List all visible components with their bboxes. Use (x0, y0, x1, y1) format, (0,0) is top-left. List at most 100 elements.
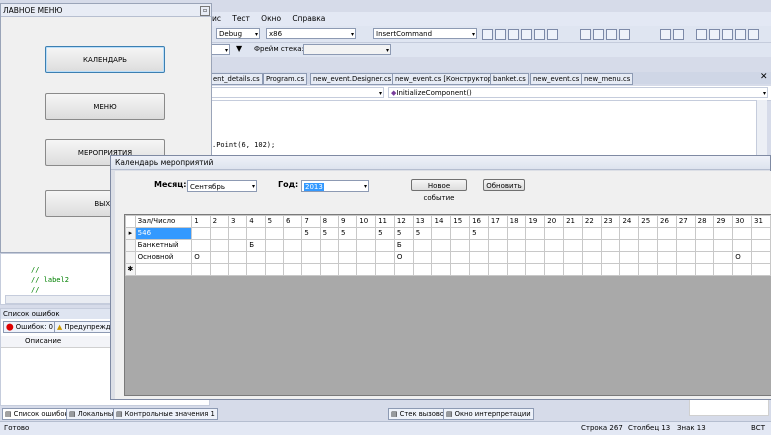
tool-icon[interactable] (735, 29, 746, 40)
day-cell[interactable] (264, 251, 284, 264)
day-cell[interactable] (469, 251, 489, 264)
thread-combo[interactable]: ▾ (210, 44, 230, 55)
tab-call-stack[interactable]: ▤ Стек вызовов (388, 408, 452, 420)
day-cell[interactable]: 5 (469, 227, 489, 240)
day-cell[interactable] (619, 251, 640, 264)
day-cell[interactable] (544, 227, 565, 240)
day-cell[interactable] (450, 263, 471, 276)
menu-item-test[interactable]: Тест (232, 12, 250, 26)
day-cell[interactable] (563, 227, 583, 240)
tool-icon[interactable] (673, 29, 684, 40)
day-cell[interactable] (675, 251, 696, 264)
find-combo[interactable]: InsertCommand ▾ (373, 28, 477, 39)
day-header[interactable]: 16 (469, 215, 489, 228)
day-header[interactable]: 28 (694, 215, 715, 228)
day-cell[interactable] (246, 251, 266, 264)
day-header[interactable]: 26 (657, 215, 677, 228)
day-cell[interactable] (375, 239, 395, 252)
tab-new-event-constructor[interactable]: new_event.cs [Конструктор] (392, 73, 498, 85)
day-cell[interactable] (301, 251, 321, 264)
table-row[interactable]: Банкетный Б Б (125, 239, 771, 252)
day-cell[interactable]: 5 (319, 227, 339, 240)
tool-icon[interactable] (606, 29, 617, 40)
day-cell[interactable] (209, 263, 229, 276)
day-cell[interactable] (657, 239, 677, 252)
menu-item-help[interactable]: Справка (292, 12, 325, 26)
day-cell[interactable] (563, 263, 583, 276)
day-cell[interactable] (600, 239, 621, 252)
code-editor[interactable]: .Point(6, 102); (210, 101, 766, 158)
day-cell[interactable] (319, 239, 339, 252)
day-cell[interactable] (675, 227, 696, 240)
day-cell[interactable] (469, 263, 489, 276)
day-cell[interactable] (191, 239, 211, 252)
day-header[interactable]: 8 (319, 215, 339, 228)
day-cell[interactable] (469, 239, 489, 252)
day-cell[interactable] (431, 251, 452, 264)
day-cell[interactable] (563, 239, 583, 252)
day-cell[interactable] (282, 227, 303, 240)
day-cell[interactable]: 5 (337, 227, 358, 240)
day-header[interactable]: 27 (675, 215, 696, 228)
day-header[interactable]: 1 (191, 215, 211, 228)
day-cell[interactable] (619, 239, 640, 252)
day-cell[interactable] (191, 263, 211, 276)
hall-name-cell[interactable] (134, 263, 193, 276)
day-cell[interactable] (191, 227, 211, 240)
day-cell[interactable] (694, 263, 715, 276)
day-cell[interactable]: О (732, 251, 753, 264)
day-header[interactable]: 30 (732, 215, 753, 228)
day-header[interactable]: 12 (393, 215, 414, 228)
day-cell[interactable] (301, 239, 321, 252)
hall-date-header[interactable]: Зал/Число (134, 215, 193, 228)
day-header[interactable]: 3 (227, 215, 248, 228)
day-header[interactable]: 23 (600, 215, 621, 228)
day-cell[interactable] (675, 263, 696, 276)
day-cell[interactable] (246, 227, 266, 240)
day-header[interactable]: 21 (563, 215, 583, 228)
editor-scrollbar[interactable] (756, 100, 767, 160)
refresh-button[interactable]: Обновить (483, 179, 525, 191)
tab-program[interactable]: Program.cs (263, 73, 308, 85)
day-cell[interactable] (751, 227, 771, 240)
day-cell[interactable] (525, 263, 546, 276)
menu-item-window[interactable]: Окно (261, 12, 281, 26)
day-cell[interactable] (600, 251, 621, 264)
day-cell[interactable] (227, 227, 248, 240)
day-cell[interactable] (227, 239, 248, 252)
day-header[interactable]: 17 (487, 215, 508, 228)
day-cell[interactable] (450, 227, 471, 240)
day-cell[interactable] (209, 251, 229, 264)
day-cell[interactable] (431, 239, 452, 252)
day-cell[interactable] (694, 239, 715, 252)
day-cell[interactable] (282, 239, 303, 252)
day-cell[interactable] (638, 239, 659, 252)
day-cell[interactable] (227, 263, 248, 276)
tab-ent-details[interactable]: ent_details.cs (210, 73, 263, 85)
row-selector[interactable]: ▸ (125, 227, 136, 240)
day-cell[interactable] (264, 263, 284, 276)
day-cell[interactable] (450, 239, 471, 252)
day-cell[interactable] (412, 251, 433, 264)
close-icon[interactable]: ✕ (760, 72, 768, 82)
day-cell[interactable]: 5 (393, 227, 414, 240)
day-cell[interactable] (337, 263, 358, 276)
day-cell[interactable] (638, 227, 659, 240)
menu-button[interactable]: МЕНЮ (45, 93, 165, 120)
day-cell[interactable] (657, 227, 677, 240)
month-select[interactable]: Сентябрь ▾ (187, 180, 257, 192)
hall-name-cell[interactable]: 546 (134, 227, 193, 240)
day-cell[interactable] (506, 263, 527, 276)
day-cell[interactable]: О (191, 251, 211, 264)
day-header[interactable]: 4 (246, 215, 266, 228)
tool-icon[interactable] (482, 29, 493, 40)
day-header[interactable]: 14 (431, 215, 452, 228)
day-cell[interactable] (375, 263, 395, 276)
tool-icon[interactable] (660, 29, 671, 40)
day-header[interactable]: 10 (356, 215, 377, 228)
tool-icon[interactable] (696, 29, 707, 40)
day-cell[interactable] (638, 251, 659, 264)
day-cell[interactable] (657, 251, 677, 264)
day-cell[interactable] (732, 239, 753, 252)
day-cell[interactable] (356, 239, 377, 252)
